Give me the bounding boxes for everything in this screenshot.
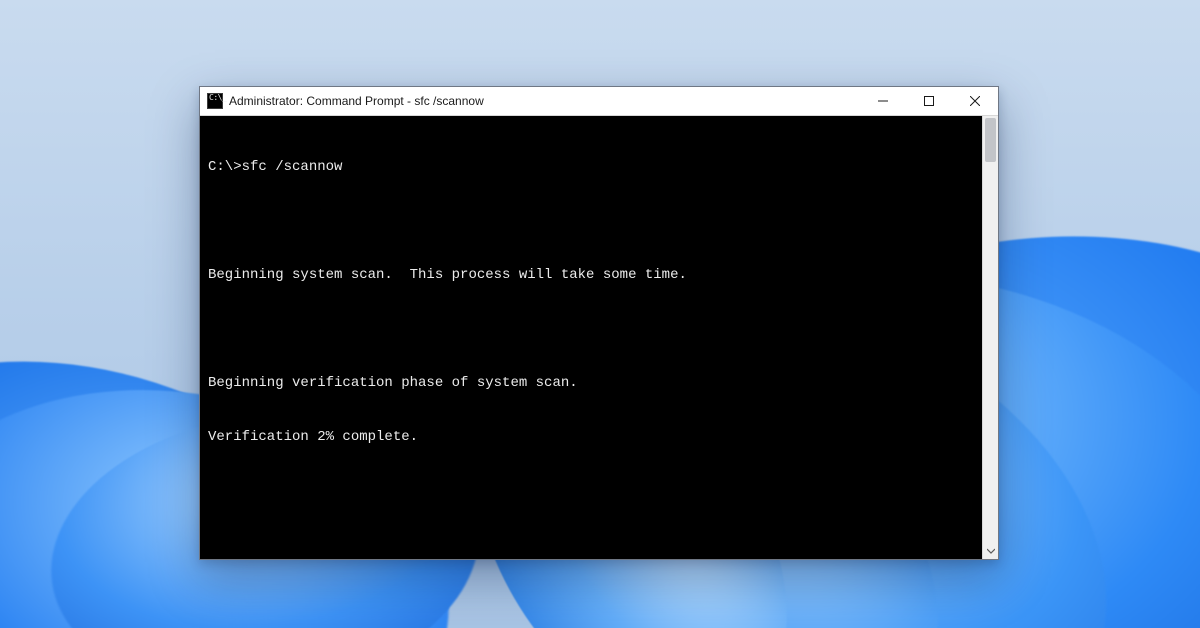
terminal-line: C:\>sfc /scannow <box>208 158 974 176</box>
titlebar[interactable]: Administrator: Command Prompt - sfc /sca… <box>200 87 998 116</box>
vertical-scrollbar[interactable] <box>982 116 998 559</box>
chevron-down-icon <box>987 547 995 555</box>
maximize-button[interactable] <box>906 87 952 115</box>
terminal-output[interactable]: C:\>sfc /scannow Beginning system scan. … <box>200 116 982 559</box>
terminal-line: Beginning system scan. This process will… <box>208 266 974 284</box>
terminal-line: Beginning verification phase of system s… <box>208 374 974 392</box>
close-button[interactable] <box>952 87 998 115</box>
window-controls <box>860 87 998 115</box>
close-icon <box>970 96 980 106</box>
window-client-area: C:\>sfc /scannow Beginning system scan. … <box>200 116 998 559</box>
terminal-line: Verification 2% complete. <box>208 428 974 446</box>
window-title: Administrator: Command Prompt - sfc /sca… <box>229 94 860 108</box>
maximize-icon <box>924 96 934 106</box>
command-prompt-window: Administrator: Command Prompt - sfc /sca… <box>199 86 999 560</box>
terminal-line <box>208 320 974 338</box>
scrollbar-down-button[interactable] <box>983 543 998 559</box>
minimize-button[interactable] <box>860 87 906 115</box>
scrollbar-thumb[interactable] <box>985 118 996 162</box>
minimize-icon <box>878 96 888 106</box>
terminal-line <box>208 212 974 230</box>
cmd-icon <box>207 93 223 109</box>
